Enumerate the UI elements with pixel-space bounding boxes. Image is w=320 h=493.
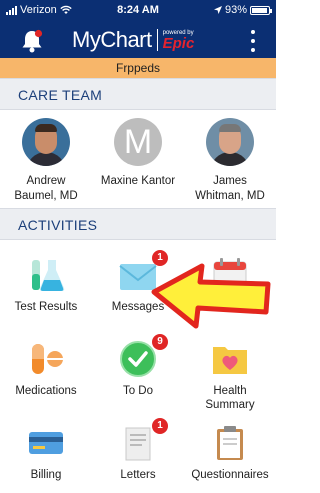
status-right: 93% (213, 4, 272, 16)
clipboard-icon (208, 422, 252, 462)
activity-billing[interactable]: Billing (0, 412, 92, 493)
activity-label: Medications (15, 385, 77, 397)
app-header: MyChart powered by Epic (0, 22, 276, 58)
letters-badge: 1 (152, 418, 168, 434)
activity-label: Test Results (14, 301, 78, 313)
notifications-button[interactable] (18, 27, 46, 55)
activity-questionnaires[interactable]: Questionnaires (184, 412, 276, 493)
member-name: Maxine Kantor (92, 174, 184, 189)
brand-divider (156, 29, 158, 51)
member-name-line2: Baumel, MD (14, 190, 78, 202)
activity-label: Health Summary (184, 384, 276, 412)
battery-icon (250, 5, 272, 15)
activity-label: Letters (120, 469, 156, 481)
care-team-title: CARE TEAM (18, 87, 103, 103)
battery-percent: 93% (224, 4, 247, 16)
pill-icon (24, 338, 68, 378)
epic-label: Epic (162, 34, 195, 52)
activity-medications[interactable]: Medications (0, 328, 92, 412)
more-dot-icon (251, 39, 255, 43)
letter-icon: 1 (116, 418, 168, 462)
care-team-header: CARE TEAM (0, 78, 276, 110)
activity-label: Questionnaires (191, 469, 269, 481)
avatar (206, 118, 254, 166)
care-team-list: Andrew Baumel, MD M Maxine Kantor James … (0, 110, 276, 208)
heart-folder-icon (208, 338, 252, 378)
more-dot-icon (251, 30, 255, 34)
activity-label: To Do (122, 385, 154, 397)
activity-label: Billing (30, 469, 62, 481)
member-name: James Whitman, MD (184, 174, 276, 204)
flask-icon (24, 254, 68, 294)
activity-letters[interactable]: 1 Letters (92, 412, 184, 493)
avatar: M (114, 118, 162, 166)
member-name-line2: Whitman, MD (195, 190, 265, 202)
status-bar: Verizon 8:24 AM 93% (0, 0, 276, 22)
care-team-member-maxine-kantor[interactable]: M Maxine Kantor (92, 118, 184, 189)
care-team-member-james-whitman[interactable]: James Whitman, MD (184, 118, 276, 204)
brand-name: MyChart (72, 27, 152, 52)
activities-header: ACTIVITIES (0, 208, 276, 240)
avatar (22, 118, 70, 166)
activity-label-line2: Summary (205, 399, 255, 411)
activity-test-results[interactable]: Test Results (0, 244, 92, 328)
activity-label-line1: Health (213, 385, 247, 397)
patient-banner[interactable]: Frppeds (0, 58, 276, 78)
activities-title: ACTIVITIES (18, 217, 98, 233)
bell-icon (22, 29, 43, 53)
member-name-line1: Maxine Kantor (100, 175, 176, 187)
mychart-logo: MyChart powered by Epic (72, 26, 194, 54)
checkmark-icon: 9 (116, 334, 168, 378)
to-do-badge: 9 (152, 334, 168, 350)
member-name-line1: Andrew (26, 175, 66, 187)
member-name-line1: James (213, 175, 247, 187)
location-arrow-icon (213, 6, 222, 14)
epic-logo: powered by Epic (163, 30, 195, 51)
activity-to-do[interactable]: 9 To Do (92, 328, 184, 412)
more-menu-button[interactable] (248, 30, 258, 52)
care-team-member-andrew-baumel[interactable]: Andrew Baumel, MD (0, 118, 92, 204)
activity-health-summary[interactable]: Health Summary (184, 328, 276, 412)
credit-card-icon (24, 422, 68, 462)
member-name: Andrew Baumel, MD (0, 174, 92, 204)
more-dot-icon (251, 48, 255, 52)
annotation-arrow (151, 263, 271, 329)
